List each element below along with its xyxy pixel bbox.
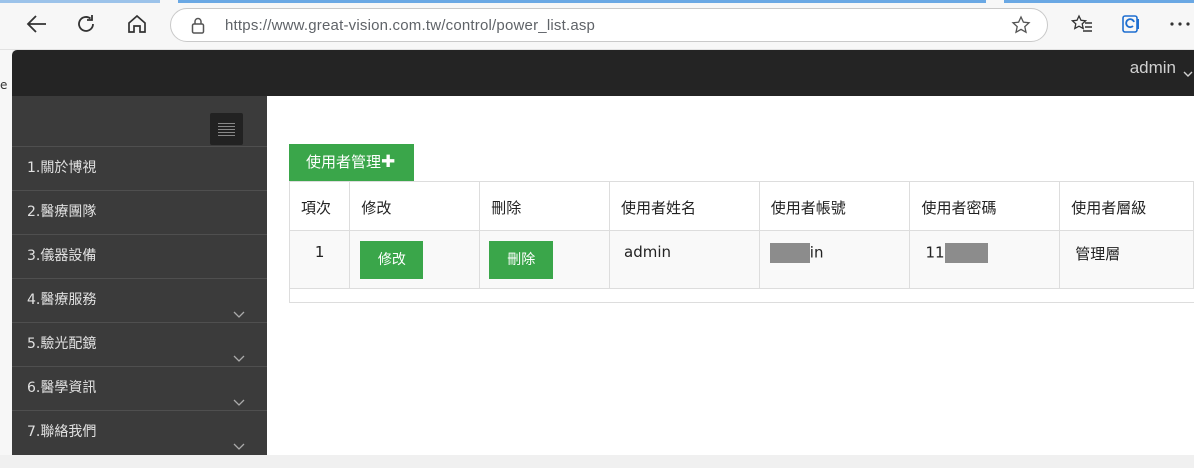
chevron-down-icon	[233, 426, 245, 468]
column-header: 修改	[349, 182, 481, 231]
column-header: 項次	[290, 182, 351, 231]
row-index: 1	[290, 230, 351, 289]
home-icon[interactable]	[123, 10, 151, 38]
favorite-star-icon[interactable]	[1011, 15, 1031, 39]
delete-cell: 刪除	[479, 230, 611, 289]
table-header-row: 項次 修改 刪除 使用者姓名 使用者帳號 使用者密碼 使用者層級	[290, 182, 1194, 231]
sidebar-item-label: 2.醫療團隊	[27, 204, 97, 220]
user-management-tab[interactable]: 使用者管理✚	[289, 144, 414, 181]
user-table: 項次 修改 刪除 使用者姓名 使用者帳號 使用者密碼 使用者層級 1 修改 刪除…	[289, 181, 1194, 303]
user-menu-chevron-icon[interactable]	[1182, 64, 1194, 83]
sidebar-item-label: 4.醫療服務	[27, 292, 97, 308]
user-password-text: 11	[925, 243, 945, 261]
sidebar-item-label: 7.聯絡我們	[27, 424, 97, 440]
sidebar: 1.關於博視 2.醫療團隊 3.儀器設備 4.醫療服務 5.驗光配鏡 6.醫學資…	[12, 96, 267, 455]
column-header: 使用者帳號	[759, 182, 911, 231]
sidebar-item-contact[interactable]: 7.聯絡我們	[12, 410, 267, 454]
sidebar-item-medical-team[interactable]: 2.醫療團隊	[12, 190, 267, 234]
sidebar-item-medical-info[interactable]: 6.醫學資訊	[12, 366, 267, 410]
sidebar-item-medical-services[interactable]: 4.醫療服務	[12, 278, 267, 322]
back-icon[interactable]	[23, 10, 51, 38]
user-password-cell: 11	[909, 230, 1061, 289]
tab-strip-edge	[0, 0, 1194, 3]
sidebar-item-label: 6.醫學資訊	[27, 380, 97, 396]
redacted-block	[944, 242, 988, 263]
favorites-list-icon[interactable]	[1068, 10, 1096, 38]
user-account-cell: in	[759, 230, 911, 289]
url-text: https://www.great-vision.com.tw/control/…	[225, 17, 596, 34]
refresh-icon[interactable]	[72, 10, 100, 38]
sidebar-item-optometry[interactable]: 5.驗光配鏡	[12, 322, 267, 366]
more-options-icon[interactable]	[1166, 10, 1194, 38]
plus-icon[interactable]: ✚	[381, 152, 395, 172]
redacted-block	[769, 242, 810, 263]
main-content: 使用者管理✚ 項次 修改 刪除 使用者姓名 使用者帳號 使用者密碼 使用者層級 …	[267, 96, 1194, 455]
column-header: 使用者姓名	[609, 182, 760, 231]
left-window-edge: e	[0, 50, 12, 455]
sidebar-item-label: 5.驗光配鏡	[27, 336, 97, 352]
user-level-cell: 管理層	[1059, 230, 1194, 289]
lock-icon[interactable]	[191, 17, 205, 38]
address-bar[interactable]: https://www.great-vision.com.tw/control/…	[170, 8, 1048, 42]
edge-collections-icon[interactable]	[1117, 10, 1145, 38]
column-header: 使用者層級	[1059, 182, 1194, 231]
left-edge-text: e	[0, 78, 8, 92]
browser-toolbar: https://www.great-vision.com.tw/control/…	[0, 0, 1194, 50]
tab-label: 使用者管理	[306, 153, 382, 171]
sidebar-item-label: 3.儀器設備	[27, 248, 97, 264]
column-header: 使用者密碼	[909, 182, 1061, 231]
edit-cell: 修改	[349, 230, 481, 289]
user-menu[interactable]: admin	[1130, 58, 1176, 78]
edit-button[interactable]: 修改	[360, 240, 424, 279]
sidebar-item-about[interactable]: 1.關於博視	[12, 146, 267, 190]
app-header: admin	[12, 50, 1194, 96]
column-header: 刪除	[479, 182, 611, 231]
table-row: 1 修改 刪除 admin in 11 管理層	[290, 230, 1194, 289]
user-account-text: in	[809, 243, 824, 261]
sidebar-toggle-hamburger-icon[interactable]	[210, 113, 243, 145]
user-name-cell: admin	[609, 230, 760, 289]
delete-button[interactable]: 刪除	[489, 240, 554, 279]
sidebar-menu: 1.關於博視 2.醫療團隊 3.儀器設備 4.醫療服務 5.驗光配鏡 6.醫學資…	[12, 146, 267, 454]
sidebar-item-label: 1.關於博視	[27, 160, 97, 176]
sidebar-item-equipment[interactable]: 3.儀器設備	[12, 234, 267, 278]
